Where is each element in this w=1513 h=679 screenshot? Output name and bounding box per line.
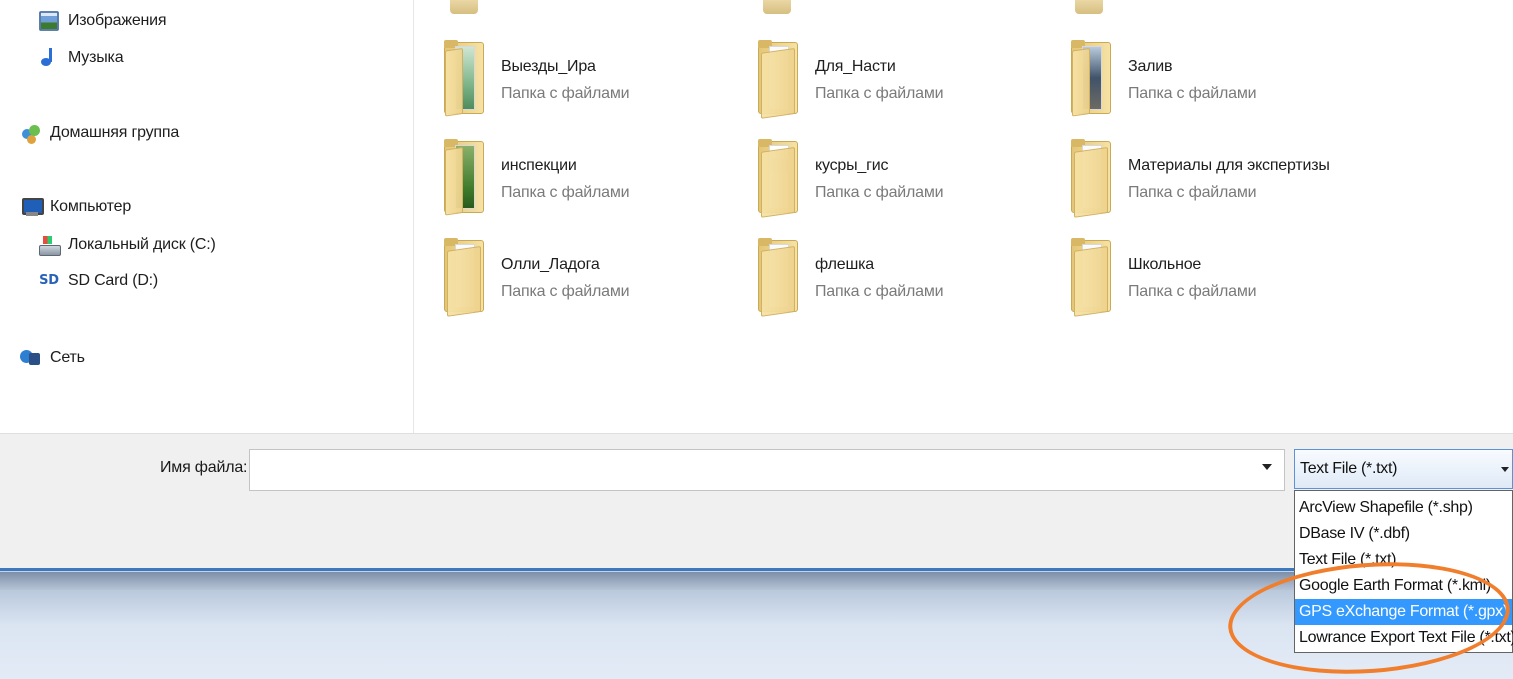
file-type-dropdown: ArcView Shapefile (*.shp) DBase IV (*.db…	[1294, 490, 1513, 653]
file-type-option[interactable]: Lowrance Export Text File (*.txt)	[1295, 625, 1513, 651]
music-icon	[38, 47, 60, 69]
file-type-option[interactable]: Text File (*.txt)	[1295, 547, 1512, 573]
folder-type: Папка с файлами	[501, 283, 630, 300]
file-type-option[interactable]: DBase IV (*.dbf)	[1295, 521, 1512, 547]
folder-name: кусры_гис	[815, 157, 889, 174]
folder-name: Олли_Ладога	[501, 256, 600, 273]
folder-item[interactable]: Для_Насти Папка с файлами	[756, 40, 1046, 119]
pictures-icon	[39, 11, 59, 31]
folder-type: Папка с файлами	[815, 184, 944, 201]
sidebar-item-local-disk[interactable]: Локальный диск (C:)	[38, 231, 216, 259]
network-icon	[20, 347, 42, 369]
folder-item[interactable]: Залив Папка с файлами	[1069, 40, 1359, 117]
sidebar-item-label: Изображения	[68, 12, 167, 29]
sidebar-item-pictures[interactable]: Изображения	[38, 7, 167, 35]
folder-icon	[442, 139, 488, 216]
folder-name: Для_Насти	[815, 58, 896, 75]
folder-icon	[1069, 40, 1115, 117]
navigation-pane: Изображения Музыка Домашняя группа Компь…	[0, 0, 414, 433]
file-type-option[interactable]: ArcView Shapefile (*.shp)	[1295, 495, 1512, 521]
folder-name: флешка	[815, 256, 874, 273]
folder-icon	[756, 139, 802, 218]
file-type-selected-value: Text File (*.txt)	[1300, 460, 1398, 477]
file-name-bar: Имя файла: Text File (*.txt)	[0, 433, 1513, 568]
sidebar-item-music[interactable]: Музыка	[38, 44, 124, 72]
folder-item[interactable]: Выезды_Ира Папка с файлами	[442, 40, 732, 117]
folder-icon	[442, 40, 488, 117]
folder-item[interactable]: Материалы для экспертизы Папка с файлами	[1069, 139, 1359, 218]
file-list-pane: Выезды_Ира Папка с файлами Для_Насти Пап…	[415, 0, 1513, 433]
sidebar-item-network[interactable]: Сеть	[20, 344, 85, 372]
folder-icon	[450, 0, 478, 14]
file-type-option-highlighted[interactable]: GPS eXchange Format (*.gpx)	[1295, 599, 1512, 625]
folder-icon	[1069, 139, 1115, 218]
folder-type: Папка с файлами	[1128, 283, 1257, 300]
folder-icon	[756, 40, 802, 119]
sidebar-item-label: Компьютер	[50, 198, 132, 215]
folder-type: Папка с файлами	[501, 184, 630, 201]
sidebar-item-sd-card[interactable]: SD SD Card (D:)	[38, 267, 158, 295]
folder-icon	[1069, 238, 1115, 317]
folder-item[interactable]: Школьное Папка с файлами	[1069, 238, 1359, 317]
sd-card-icon: SD	[39, 273, 59, 288]
folder-type: Папка с файлами	[1128, 85, 1257, 102]
folder-name: Залив	[1128, 58, 1173, 75]
folder-icon	[1075, 0, 1103, 14]
window-separator	[0, 568, 1513, 590]
folder-type: Папка с файлами	[501, 85, 630, 102]
folder-icon	[756, 238, 802, 317]
folder-icon	[763, 0, 791, 14]
sidebar-item-homegroup[interactable]: Домашняя группа	[20, 119, 179, 147]
folder-name: инспекции	[501, 157, 577, 174]
folder-item[interactable]: Олли_Ладога Папка с файлами	[442, 238, 732, 317]
sidebar-item-label: Домашняя группа	[50, 124, 180, 141]
folder-name: Школьное	[1128, 256, 1202, 273]
sidebar-item-label: Сеть	[50, 349, 85, 366]
file-type-option[interactable]: Google Earth Format (*.kml)	[1295, 573, 1512, 599]
chevron-down-icon[interactable]	[1262, 464, 1272, 470]
folder-item[interactable]: кусры_гис Папка с файлами	[756, 139, 1046, 218]
file-type-select[interactable]: Text File (*.txt)	[1294, 449, 1513, 489]
chevron-down-icon	[1501, 467, 1509, 472]
sidebar-item-computer[interactable]: Компьютер	[20, 193, 131, 221]
file-name-label: Имя файла:	[160, 459, 248, 476]
folder-icon	[442, 238, 488, 317]
sidebar-item-label: SD Card (D:)	[68, 272, 159, 289]
file-name-input[interactable]	[249, 449, 1285, 491]
sidebar-item-label: Локальный диск (C:)	[68, 236, 216, 253]
folder-name: Выезды_Ира	[501, 58, 596, 75]
homegroup-icon	[20, 122, 42, 144]
folder-type: Папка с файлами	[1128, 184, 1257, 201]
folder-type: Папка с файлами	[815, 85, 944, 102]
window-footer	[0, 590, 1513, 679]
folder-item[interactable]: флешка Папка с файлами	[756, 238, 1046, 317]
computer-icon	[20, 196, 44, 218]
local-disk-icon	[38, 234, 61, 256]
sidebar-item-label: Музыка	[68, 49, 124, 66]
folder-name: Материалы для экспертизы	[1128, 157, 1330, 174]
folder-type: Папка с файлами	[815, 283, 944, 300]
folder-item[interactable]: инспекции Папка с файлами	[442, 139, 732, 216]
